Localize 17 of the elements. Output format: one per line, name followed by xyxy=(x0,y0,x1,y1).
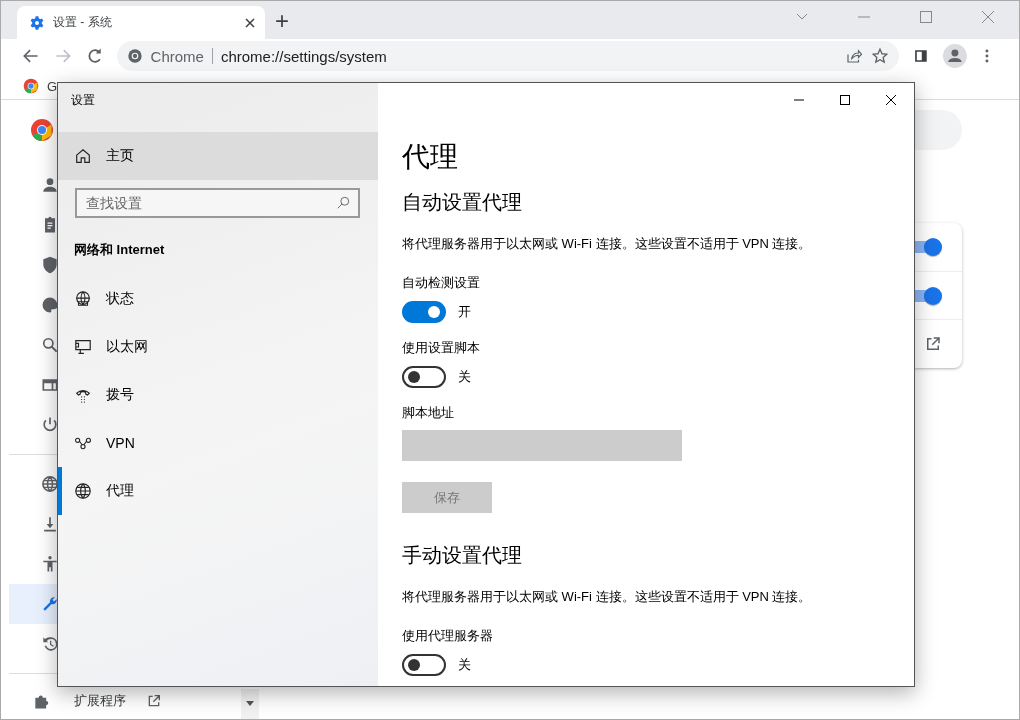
setting-label: 脚本地址 xyxy=(402,404,454,422)
page-title: 代理 xyxy=(402,140,458,174)
toggle-state: 开 xyxy=(458,303,471,321)
description-text: 将代理服务器用于以太网或 Wi-Fi 连接。这些设置不适用于 VPN 连接。 xyxy=(402,235,812,253)
setting-label: 自动检测设置 xyxy=(402,274,480,292)
toggle-state: 关 xyxy=(458,368,471,386)
tab-title: 设置 - 系统 xyxy=(53,14,113,32)
url-text: chrome://settings/system xyxy=(220,47,387,65)
section-heading: 手动设置代理 xyxy=(402,543,522,568)
section-title: 网络和 Internet xyxy=(74,241,166,259)
setting-label: 使用代理服务器 xyxy=(402,627,493,645)
window-title: 设置 xyxy=(70,92,96,109)
site-label: Chrome xyxy=(150,47,204,65)
section-heading: 自动设置代理 xyxy=(402,190,522,215)
description-text: 将代理服务器用于以太网或 Wi-Fi 连接。这些设置不适用于 VPN 连接。 xyxy=(402,588,812,606)
setting-label: 使用设置脚本 xyxy=(402,339,480,357)
toggle-state: 关 xyxy=(458,656,471,674)
